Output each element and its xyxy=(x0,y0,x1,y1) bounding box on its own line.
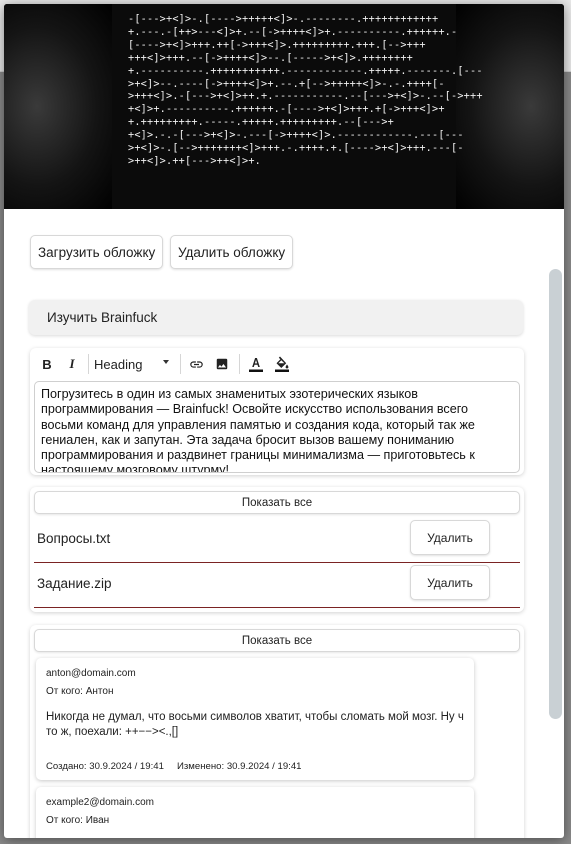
comment-author: От кого: Антон xyxy=(46,686,114,697)
cover-code: -[--->+<]>-.[---->+++++<]>-.--------.+++… xyxy=(128,14,482,169)
cover-code-line: >+<]>-.[-->+++++++<]>+++.-.++++.+.[---->… xyxy=(128,143,464,155)
link-icon[interactable] xyxy=(185,354,207,374)
file-name[interactable]: Вопросы.txt xyxy=(37,531,110,546)
comment-author: От кого: Иван xyxy=(46,815,110,826)
modal-scrollbar[interactable] xyxy=(549,269,562,719)
chevron-down-icon xyxy=(163,360,169,364)
comment-text: Никогда не думал, что восьми символов хв… xyxy=(46,711,464,738)
cover-code-line: -[--->+<]>-.[---->+++++<]>-.--------.+++… xyxy=(128,14,439,25)
bold-icon[interactable]: B xyxy=(39,354,55,374)
cover-code-line: +++<]>+++.--[->++++<]>--.[----->+<]>.+++… xyxy=(128,52,414,64)
text-color-icon[interactable] xyxy=(245,354,267,374)
task-modal: -[--->+<]>-.[---->+++++<]>-.--------.+++… xyxy=(4,4,564,838)
italic-icon[interactable]: I xyxy=(64,354,80,374)
comments-show-all-button[interactable]: Показать все xyxy=(34,629,520,652)
cover-code-line: +.----------.+++++++++++.------------.++… xyxy=(128,65,483,77)
comment-card: example2@domain.com От кого: Иван xyxy=(36,787,474,838)
comment-modified: Изменено: 30.9.2024 / 19:41 xyxy=(177,761,302,772)
cover-code-line: +<]>.-.-[--->+<]>-.---[->++++<]>.-------… xyxy=(128,130,464,142)
files-show-all-button[interactable]: Показать все xyxy=(34,491,520,514)
cover-code-line: +.---.-[++>---<]>+.--[->++++<]>+.-------… xyxy=(128,26,458,38)
task-title-field[interactable]: Изучить Brainfuck xyxy=(29,300,523,335)
fill-color-icon[interactable] xyxy=(271,354,293,374)
file-name[interactable]: Задание.zip xyxy=(37,576,112,591)
rich-text-editor: B I Heading Погрузитесь в один из самых … xyxy=(30,348,524,475)
image-icon[interactable] xyxy=(211,354,233,374)
cover-code-line: [---->+<]>+++.++[->+++<]>.+++++++++.+++.… xyxy=(128,39,426,51)
file-row: Задание.zip Удалить xyxy=(34,563,520,608)
file-row: Вопросы.txt Удалить xyxy=(34,518,520,563)
cover-code-line: >++<]>.++[--->++<]>+. xyxy=(128,155,262,167)
delete-file-button[interactable]: Удалить xyxy=(410,565,490,600)
cover-code-area: -[--->+<]>-.[---->+++++<]>-.--------.+++… xyxy=(112,4,482,209)
cover-code-line: +.+++++++++.-----.+++++.+++++++++.--[---… xyxy=(128,117,395,129)
cover-image: -[--->+<]>-.[---->+++++<]>-.--------.+++… xyxy=(4,4,564,209)
comment-email: anton@domain.com xyxy=(46,668,136,679)
editor-toolbar: B I Heading xyxy=(30,348,524,379)
delete-file-button[interactable]: Удалить xyxy=(410,520,490,555)
comments-panel: Показать все anton@domain.com От кого: А… xyxy=(30,625,524,838)
comment-card: anton@domain.com От кого: Антон Никогда … xyxy=(36,658,474,780)
cover-glow-left xyxy=(4,4,114,209)
files-panel: Показать все Вопросы.txt Удалить Задание… xyxy=(30,487,524,612)
comment-created: Создано: 30.9.2024 / 19:41 xyxy=(46,761,164,772)
cover-code-line: >+++<]>.-[--->+<]>++.+.-----------.--[--… xyxy=(128,91,483,103)
cover-code-line: +<]>+.----------.++++++.-[---->+<]>+++.+… xyxy=(128,104,445,116)
heading-select-value: Heading xyxy=(94,356,143,372)
toolbar-divider xyxy=(88,354,89,374)
comment-email: example2@domain.com xyxy=(46,797,154,808)
upload-cover-button[interactable]: Загрузить обложку xyxy=(30,235,164,269)
heading-select[interactable]: Heading xyxy=(94,354,174,374)
task-title: Изучить Brainfuck xyxy=(47,310,158,325)
toolbar-divider xyxy=(239,354,240,374)
cover-glow-right xyxy=(454,4,564,209)
cover-code-line: >+<]>--.----[->++++<]>+.--.+[-->+++++<]>… xyxy=(128,78,445,90)
description-textarea[interactable]: Погрузитесь в один из самых знаменитых э… xyxy=(34,381,520,473)
delete-cover-button[interactable]: Удалить обложку xyxy=(170,235,294,269)
modal-content: Загрузить обложку Удалить обложку Изучит… xyxy=(4,209,564,838)
toolbar-divider xyxy=(180,354,181,374)
